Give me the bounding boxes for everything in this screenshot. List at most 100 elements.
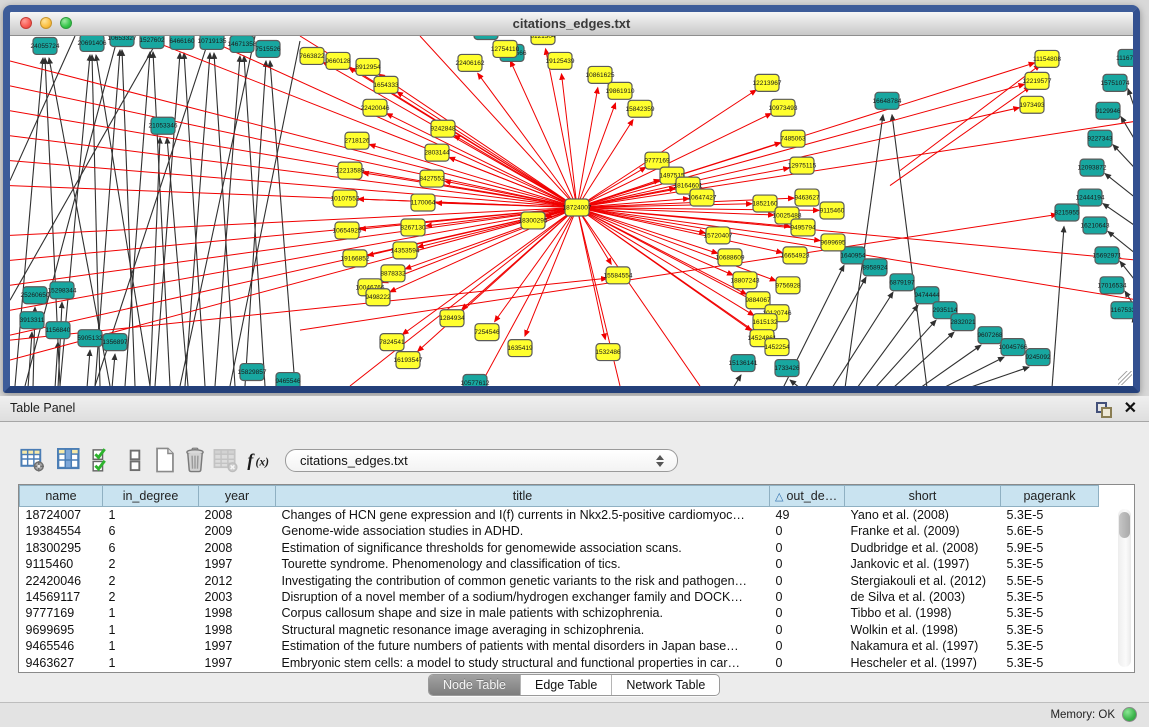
graph-node[interactable]: 17016534 [1098, 277, 1127, 294]
graph-node[interactable]: 1356897 [102, 334, 128, 351]
graph-node[interactable]: 10045766 [999, 339, 1028, 356]
graph-node[interactable]: 14671358 [228, 36, 257, 52]
graph-node[interactable]: 25260650 [21, 287, 50, 304]
graph-node[interactable]: 9242848 [430, 120, 456, 137]
graph-node[interactable]: 15298344 [48, 282, 77, 299]
memory-status-indicator[interactable] [1122, 707, 1137, 722]
graph-node[interactable]: 8912954 [355, 58, 381, 75]
graph-node[interactable]: 7485063 [780, 130, 806, 147]
column-header-name[interactable]: name [20, 486, 103, 507]
graph-node[interactable]: 9660128 [325, 52, 351, 69]
graph-node[interactable]: 9463627 [794, 189, 820, 206]
network-canvas[interactable]: 2405572420691406106533271527602646616010… [10, 36, 1133, 386]
tab-edge-table[interactable]: Edge Table [520, 675, 611, 695]
graph-node[interactable]: 9699695 [820, 234, 846, 251]
graph-node[interactable]: 16648784 [873, 92, 902, 109]
graph-node[interactable]: 9495794 [790, 219, 816, 236]
graph-node[interactable]: 7515526 [255, 40, 281, 57]
graph-node[interactable]: 1733426 [774, 360, 800, 377]
graph-node[interactable]: 12754110 [491, 40, 520, 57]
graph-node[interactable]: 1654333 [373, 76, 399, 93]
graph-node[interactable]: 16193547 [394, 352, 423, 369]
graph-node[interactable]: 12444194 [1076, 189, 1105, 206]
graph-node[interactable]: 8427552 [419, 170, 445, 187]
graph-node[interactable]: 2803144 [424, 144, 450, 161]
window-resize-grip[interactable] [1118, 371, 1132, 385]
graph-node[interactable]: 18807243 [731, 272, 760, 289]
delete-trash-icon[interactable] [182, 447, 208, 473]
graph-node[interactable]: 12213589 [336, 162, 365, 179]
graph-node[interactable]: 10647427 [688, 189, 717, 206]
column-header-short[interactable]: short [845, 486, 1001, 507]
network-graph[interactable]: 2405572420691406106533271527602646616010… [10, 36, 1133, 386]
graph-node[interactable]: 9607268 [977, 327, 1003, 344]
graph-node[interactable]: 9245092 [1025, 349, 1051, 366]
graph-node[interactable]: 6879197 [889, 274, 915, 291]
graph-node[interactable]: 19166852 [341, 250, 370, 267]
graph-node[interactable]: 1852160 [752, 195, 778, 212]
graph-node[interactable]: 10719135 [198, 36, 227, 49]
create-new-icon[interactable] [152, 447, 178, 473]
graph-node[interactable]: 16210643 [1081, 217, 1110, 234]
graph-node[interactable]: 12975115 [788, 157, 817, 174]
column-header-year[interactable]: year [199, 486, 276, 507]
graph-node[interactable]: 16654923 [781, 247, 810, 264]
window-titlebar[interactable]: citations_edges.txt [10, 12, 1133, 36]
graph-node[interactable]: 18724007 [563, 199, 592, 216]
graph-node[interactable]: 15584554 [604, 267, 633, 284]
graph-node[interactable]: 15842359 [626, 100, 655, 117]
graph-node[interactable]: 7663822 [299, 47, 325, 64]
graph-node[interactable]: 9115460 [820, 202, 845, 219]
column-header-title[interactable]: title [276, 486, 770, 507]
column-header-pagerank[interactable]: pagerank [1001, 486, 1099, 507]
graph-node[interactable]: 10107552 [331, 190, 360, 207]
tab-node-table[interactable]: Node Table [429, 675, 520, 695]
graph-node[interactable]: 20691406 [78, 36, 107, 51]
table-row[interactable]: 977716911998Corpus callosum shape and si… [20, 605, 1099, 621]
graph-node[interactable]: 6466160 [169, 36, 195, 49]
table-row[interactable]: 946554611997Estimation of the future num… [20, 638, 1099, 654]
select-columns-icon[interactable] [91, 447, 117, 473]
graph-node[interactable]: 15136141 [729, 355, 758, 372]
graph-node[interactable]: 1167533 [1111, 302, 1133, 319]
graph-node[interactable]: 19861910 [606, 82, 635, 99]
table-row[interactable]: 1830029562008Estimation of significance … [20, 540, 1099, 556]
graph-node[interactable]: 3913311 [20, 312, 45, 329]
table-selector-dropdown[interactable]: citations_edges.txt [285, 449, 678, 472]
column-header-in_degree[interactable]: in_degree [103, 486, 199, 507]
graph-node[interactable]: 2718126 [344, 132, 370, 149]
graph-node[interactable]: 18300295 [519, 212, 548, 229]
graph-node[interactable]: 12093872 [1078, 159, 1107, 176]
graph-node[interactable]: 10577612 [461, 375, 490, 386]
function-builder-icon[interactable]: f (x) [246, 447, 272, 473]
graph-node[interactable]: 1170064 [411, 194, 436, 211]
graph-node[interactable]: 2832021 [950, 314, 976, 331]
graph-node[interactable]: 21053346 [149, 117, 178, 134]
graph-node[interactable]: 1452254 [764, 339, 790, 356]
graph-node[interactable]: 1532486 [595, 344, 621, 361]
graph-node[interactable]: 15692971 [1093, 247, 1122, 264]
table-settings-icon[interactable] [20, 447, 46, 473]
graph-node[interactable]: 12219577 [1023, 72, 1052, 89]
graph-node[interactable]: 1615132 [752, 314, 778, 331]
graph-node[interactable]: 10653327 [108, 36, 137, 46]
graph-node[interactable]: 14353594 [391, 242, 420, 259]
graph-node[interactable]: 11154808 [1033, 50, 1061, 67]
graph-node[interactable]: 22420046 [361, 99, 390, 116]
table-vertical-scrollbar[interactable] [1118, 509, 1131, 667]
tab-network-table[interactable]: Network Table [611, 675, 719, 695]
graph-node[interactable]: 8215955 [1054, 204, 1080, 221]
graph-node[interactable]: 9756928 [775, 277, 801, 294]
table-row[interactable]: 1456911722003Disruption of a novel membe… [20, 589, 1099, 605]
graph-node[interactable]: 8878332 [380, 265, 406, 282]
zoom-window-button[interactable] [60, 17, 72, 29]
float-panel-icon[interactable] [1096, 402, 1111, 417]
graph-node[interactable]: 1527602 [139, 36, 165, 48]
graph-node[interactable]: 1156840 [46, 322, 71, 339]
graph-node[interactable]: 9498222 [365, 289, 391, 306]
graph-node[interactable]: 8121304 [530, 36, 556, 44]
graph-node[interactable]: 1635419 [507, 340, 533, 357]
table-row[interactable]: 911546021997Tourette syndrome. Phenomeno… [20, 556, 1099, 572]
graph-node[interactable]: 24055724 [31, 37, 60, 54]
graph-node[interactable]: 10861625 [586, 66, 615, 83]
